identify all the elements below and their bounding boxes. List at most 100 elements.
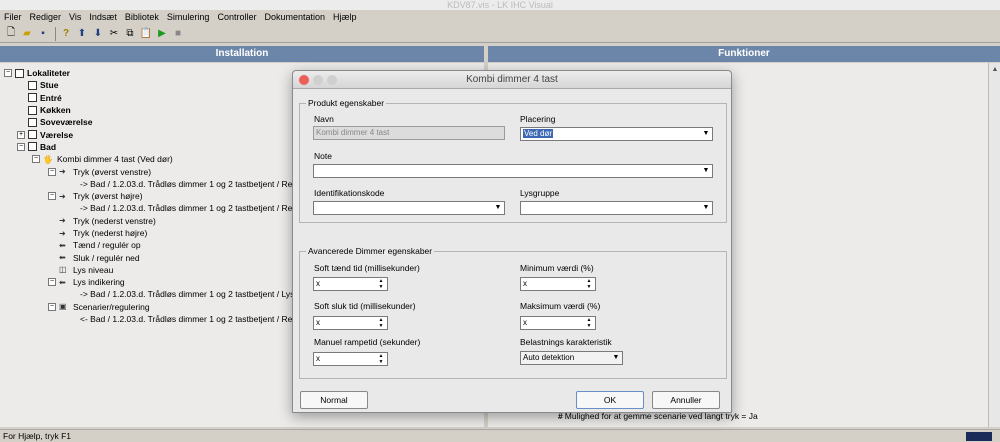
download-icon[interactable]: ⬇ xyxy=(91,27,105,41)
room-label: Køkken xyxy=(40,105,71,116)
tree-link[interactable]: -> Bad / 1.2.03.d. Trådløs dimmer 1 og 2… xyxy=(4,288,297,300)
collapse-icon[interactable]: − xyxy=(17,142,25,151)
rampe-stepper[interactable]: x ▲ ▼ xyxy=(313,352,388,366)
max-label: Maksimum værdi (%) xyxy=(520,301,601,311)
installation-header: Installation xyxy=(0,46,484,62)
tree-item[interactable]: − ➜ Tryk (øverst venstre) xyxy=(4,165,297,177)
min-value: x xyxy=(523,279,527,288)
room-label: Bad xyxy=(40,141,57,152)
menu-controller[interactable]: Controller xyxy=(217,12,256,22)
tree-link-label: <- Bad / 1.2.03.d. Trådløs dimmer 1 og 2… xyxy=(80,314,298,325)
ok-button[interactable]: OK xyxy=(576,391,644,409)
collapse-icon[interactable]: − xyxy=(32,155,40,164)
soft-taend-stepper[interactable]: x ▲ ▼ xyxy=(313,277,388,291)
cancel-button[interactable]: Annuller xyxy=(652,391,720,409)
run-icon[interactable]: ▶ xyxy=(155,27,169,41)
tree-room-vaerelse[interactable]: + Værelse xyxy=(4,128,297,140)
vertical-scrollbar[interactable]: ▲ xyxy=(988,63,1000,427)
menu-bibliotek[interactable]: Bibliotek xyxy=(125,12,159,22)
tree-link[interactable]: -> Bad / 1.2.03.d. Trådløs dimmer 1 og 2… xyxy=(4,202,297,214)
tree-item[interactable]: ➜ Tryk (nederst højre) xyxy=(4,227,297,239)
tree-link-label: -> Bad / 1.2.03.d. Trådløs dimmer 1 og 2… xyxy=(80,203,298,214)
close-icon[interactable] xyxy=(299,75,309,85)
chevron-down-icon[interactable]: ▼ xyxy=(701,203,711,213)
paste-icon[interactable]: 📋 xyxy=(139,27,153,41)
copy-icon[interactable]: ⧉ xyxy=(123,27,137,41)
save-icon[interactable]: ▪ xyxy=(36,27,50,41)
chevron-down-icon[interactable]: ▼ xyxy=(701,129,711,139)
window-title: KDV87.vis - LK IHC Visual xyxy=(0,0,1000,10)
menu-indsaet[interactable]: Indsæt xyxy=(89,12,117,22)
menu-rediger[interactable]: Rediger xyxy=(30,12,62,22)
belast-dropdown[interactable]: Auto detektion ▼ xyxy=(520,351,623,365)
max-value: x xyxy=(523,318,527,327)
max-stepper[interactable]: x ▲ ▼ xyxy=(520,316,596,330)
lysgruppe-dropdown[interactable]: ▼ xyxy=(520,201,713,215)
push-button-icon: ➜ xyxy=(59,167,66,177)
ident-label: Identifikationskode xyxy=(314,188,385,198)
tree-item[interactable]: ⬅ Sluk / regulér ned xyxy=(4,251,297,263)
soft-sluk-stepper[interactable]: x ▲ ▼ xyxy=(313,316,388,330)
tree-item[interactable]: − ⬅ Lys indikering xyxy=(4,276,297,288)
dialog-titlebar[interactable]: Kombi dimmer 4 tast xyxy=(293,71,731,89)
navn-label: Navn xyxy=(314,114,334,124)
min-stepper[interactable]: x ▲ ▼ xyxy=(520,277,596,291)
room-label: Værelse xyxy=(40,129,74,140)
help-icon[interactable]: ? xyxy=(59,27,73,41)
chevron-down-icon[interactable]: ▼ xyxy=(611,353,621,363)
tree-room-entre[interactable]: Entré xyxy=(4,92,297,104)
tree-room-sovevaerelse[interactable]: Soveværelse xyxy=(4,116,297,128)
placering-dropdown[interactable]: Ved dør ▼ xyxy=(520,127,713,141)
tree-link[interactable]: -> Bad / 1.2.03.d. Trådløs dimmer 1 og 2… xyxy=(4,178,297,190)
tree-item-label: Tryk (nederst højre) xyxy=(73,228,148,238)
spin-icon[interactable]: ▲ ▼ xyxy=(584,317,594,329)
menu-vis[interactable]: Vis xyxy=(69,12,81,22)
note-label: Note xyxy=(314,151,332,161)
spin-icon[interactable]: ▲ ▼ xyxy=(376,278,386,290)
zoom-icon[interactable] xyxy=(327,75,337,85)
room-icon xyxy=(28,80,37,90)
tree-item-label: Sluk / regulér ned xyxy=(73,252,140,263)
menu-dokumentation[interactable]: Dokumentation xyxy=(264,12,325,22)
tree-product[interactable]: − 🖐 Kombi dimmer 4 tast (Ved dør) xyxy=(4,153,297,165)
open-icon[interactable]: ▰ xyxy=(20,27,34,41)
tree-root[interactable]: − Lokaliteter xyxy=(4,67,297,79)
tree-room-kokken[interactable]: Køkken xyxy=(4,104,297,116)
spin-icon[interactable]: ▲ ▼ xyxy=(376,353,386,365)
menu-simulering[interactable]: Simulering xyxy=(167,12,210,22)
tree-item-label: Tænd / regulér op xyxy=(73,240,141,251)
stop-icon[interactable]: ■ xyxy=(171,27,185,41)
soft-taend-value: x xyxy=(316,279,320,288)
tree-room-bad[interactable]: − Bad xyxy=(4,141,297,153)
menu-hjaelp[interactable]: Hjælp xyxy=(333,12,357,22)
tree-link[interactable]: <- Bad / 1.2.03.d. Trådløs dimmer 1 og 2… xyxy=(4,313,297,325)
upload-icon[interactable]: ⬆ xyxy=(75,27,89,41)
tree-room-stue[interactable]: Stue xyxy=(4,79,297,91)
collapse-icon[interactable]: − xyxy=(48,192,56,201)
chevron-down-icon[interactable]: ▼ xyxy=(493,203,503,213)
spin-icon[interactable]: ▲ ▼ xyxy=(584,278,594,290)
new-icon[interactable]: 🗋 xyxy=(4,27,18,41)
room-label: Soveværelse xyxy=(40,117,93,128)
ident-dropdown[interactable]: ▼ xyxy=(313,201,505,215)
rampe-value: x xyxy=(316,354,320,363)
normal-button[interactable]: Normal xyxy=(300,391,368,409)
collapse-icon[interactable]: − xyxy=(48,278,56,287)
tree-item[interactable]: ➜ Tryk (nederst venstre) xyxy=(4,215,297,227)
collapse-icon[interactable]: − xyxy=(48,302,56,311)
note-dropdown[interactable]: ▼ xyxy=(313,164,713,178)
menu-filer[interactable]: Filer xyxy=(4,12,22,22)
tree-item[interactable]: − ➜ Tryk (øverst højre) xyxy=(4,190,297,202)
tree-item[interactable]: ⬅ Tænd / regulér op xyxy=(4,239,297,251)
spin-icon[interactable]: ▲ ▼ xyxy=(376,317,386,329)
cut-icon[interactable]: ✂ xyxy=(107,27,121,41)
collapse-icon[interactable]: − xyxy=(48,167,56,176)
push-button-icon: ➜ xyxy=(59,191,66,201)
scroll-up-icon[interactable]: ▲ xyxy=(989,63,1000,75)
expand-icon[interactable]: + xyxy=(17,130,25,139)
tree-item[interactable]: ◫ Lys niveau xyxy=(4,264,297,276)
collapse-icon[interactable]: − xyxy=(4,69,12,78)
minimize-icon[interactable] xyxy=(313,75,323,85)
tree-item[interactable]: − ▣ Scenarier/regulering xyxy=(4,301,297,313)
chevron-down-icon[interactable]: ▼ xyxy=(701,166,711,176)
